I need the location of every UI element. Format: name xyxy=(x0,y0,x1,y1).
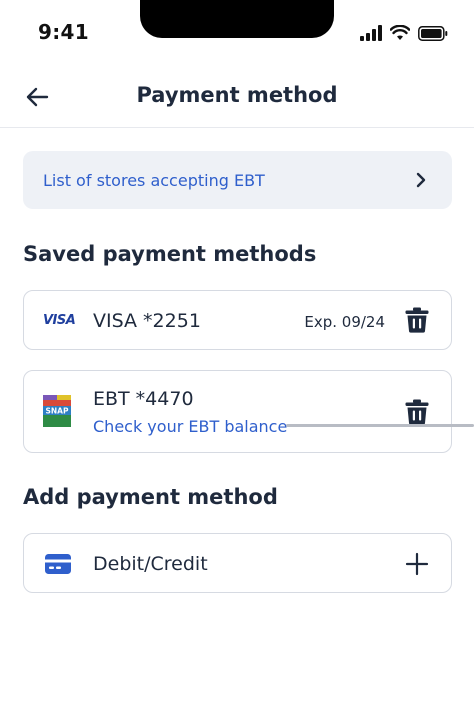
add-card-button[interactable] xyxy=(405,552,429,576)
visa-logo: VISA xyxy=(43,313,76,328)
ebt-stores-link[interactable]: List of stores accepting EBT xyxy=(23,151,452,209)
saved-payment-methods-heading: Saved payment methods xyxy=(23,242,317,266)
card-name: EBT *4470 xyxy=(93,388,194,410)
wifi-icon xyxy=(390,25,410,40)
delete-ebt-button[interactable] xyxy=(405,399,429,425)
trash-icon xyxy=(405,399,429,425)
status-time: 9:41 xyxy=(38,20,89,44)
signal-icon xyxy=(360,25,382,41)
saved-card-visa[interactable]: VISA VISA *2251 Exp. 09/24 xyxy=(23,290,452,350)
credit-card-icon xyxy=(45,554,71,574)
add-debit-credit-option[interactable]: Debit/Credit xyxy=(23,533,452,593)
card-name: VISA *2251 xyxy=(93,310,201,332)
page-title: Payment method xyxy=(136,83,338,107)
chevron-right-icon xyxy=(416,172,426,188)
debit-credit-label: Debit/Credit xyxy=(93,553,208,575)
snap-logo: SNAP xyxy=(43,395,71,427)
status-icons xyxy=(360,24,448,42)
swipe-indicator xyxy=(286,424,474,427)
card-expiry: Exp. 09/24 xyxy=(304,313,385,331)
check-ebt-balance-link[interactable]: Check your EBT balance xyxy=(93,417,287,436)
ebt-stores-label: List of stores accepting EBT xyxy=(43,170,265,190)
trash-icon xyxy=(405,307,429,333)
saved-card-ebt[interactable]: SNAP EBT *4470 Check your EBT balance xyxy=(23,370,452,453)
delete-visa-button[interactable] xyxy=(405,307,429,333)
svg-text:SNAP: SNAP xyxy=(46,407,69,416)
battery-icon xyxy=(418,25,448,41)
device-notch xyxy=(140,0,334,38)
nav-bar: Payment method xyxy=(0,64,474,128)
plus-icon xyxy=(405,552,429,576)
add-payment-method-heading: Add payment method xyxy=(23,485,278,509)
status-bar: 9:41 xyxy=(0,0,474,60)
